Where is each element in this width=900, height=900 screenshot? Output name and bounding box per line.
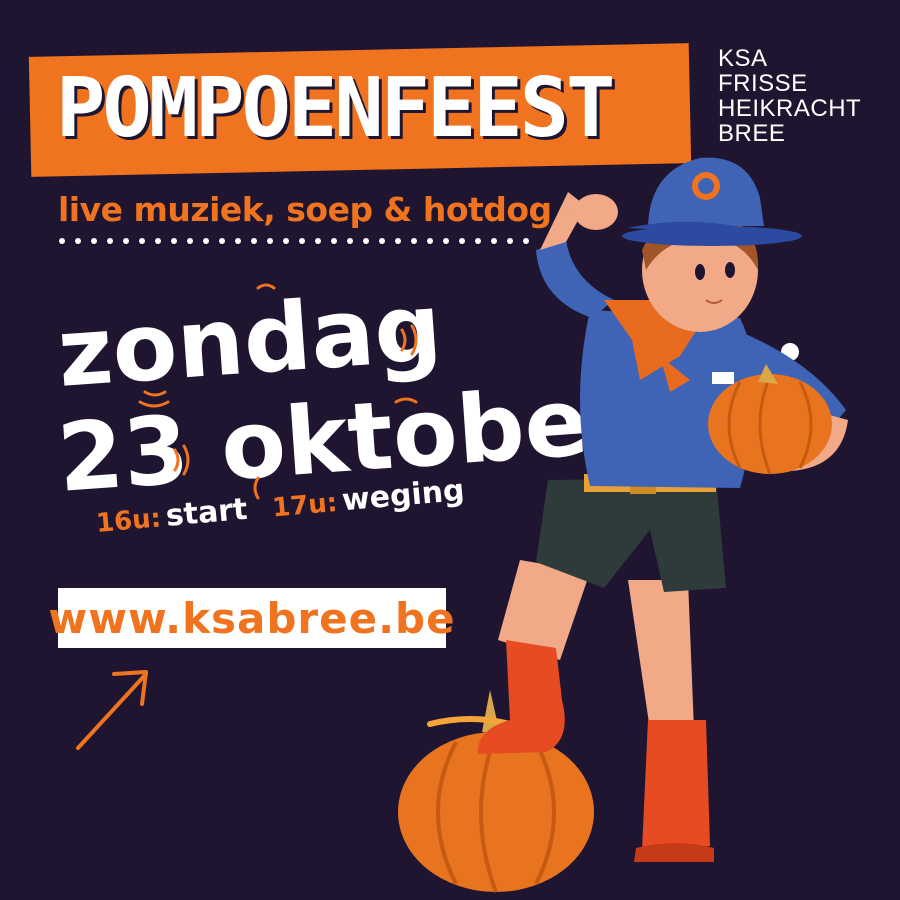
event-poster: POMPOENFEEST KSA FRISSE HEIKRACHT BREE l… xyxy=(0,0,900,900)
scout-illustration xyxy=(398,157,848,893)
